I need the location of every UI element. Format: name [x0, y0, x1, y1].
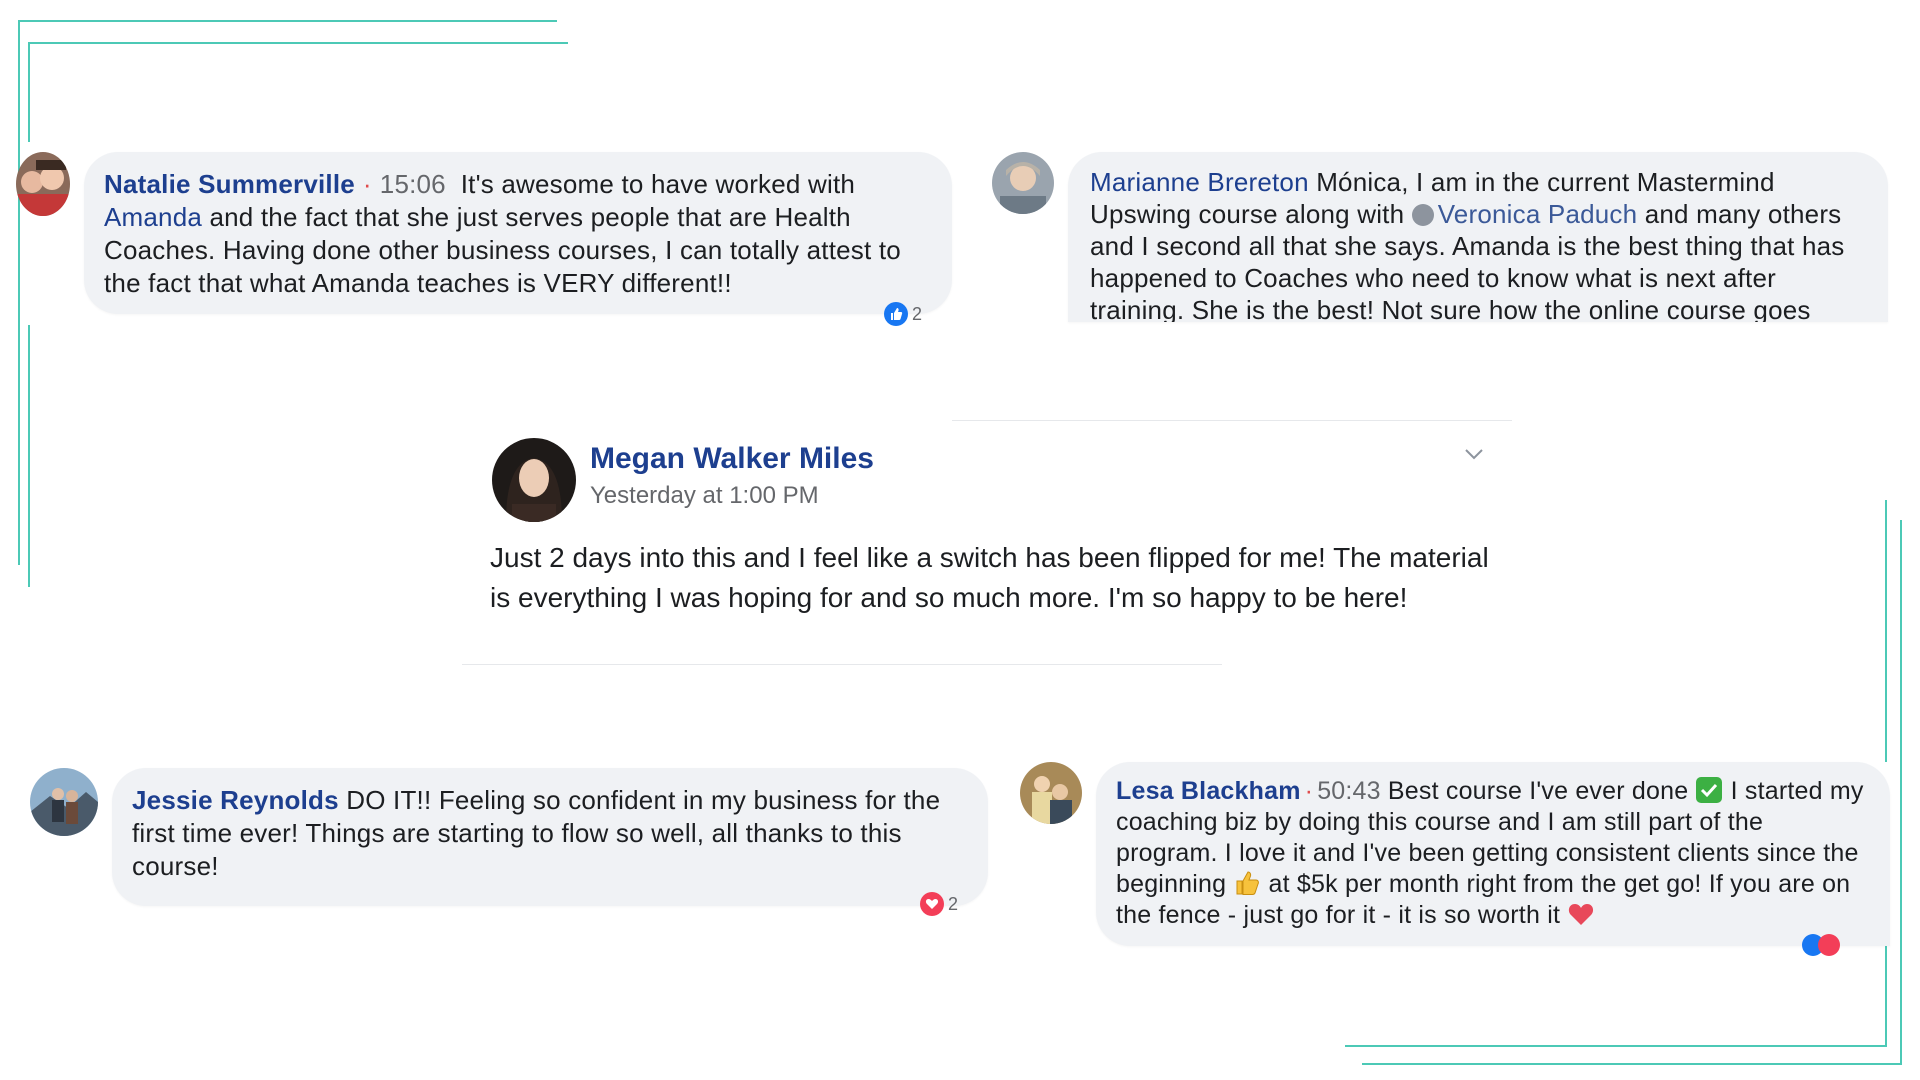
- thumbs-up-icon: [1233, 869, 1261, 897]
- frame-line-bottom-inner: [1345, 1045, 1887, 1047]
- frame-line-bottom-outer: [1362, 1063, 1902, 1065]
- comment-bubble: Lesa Blackham · 50:43 Best course I've eve…: [1096, 762, 1890, 946]
- avatar[interactable]: [30, 768, 98, 836]
- heart-icon: [1818, 934, 1840, 956]
- commenter-name[interactable]: Marianne Brereton: [1090, 167, 1309, 197]
- comment-bubble: Jessie Reynolds DO IT!! Feeling so confi…: [112, 768, 988, 906]
- avatar[interactable]: [992, 152, 1054, 214]
- commenter-name[interactable]: Lesa Blackham: [1116, 777, 1301, 805]
- comment-text-part: It's awesome to have worked with: [460, 169, 856, 199]
- reaction-summary[interactable]: 2: [920, 892, 958, 916]
- check-mark-icon: [1695, 776, 1723, 804]
- comment-text-part: Best course I've ever done: [1387, 777, 1689, 805]
- post-card: Megan Walker Miles Yesterday at 1:00 PM …: [462, 420, 1512, 666]
- chevron-down-icon[interactable]: [1462, 442, 1486, 466]
- mention-link[interactable]: Veronica Paduch: [1438, 199, 1638, 229]
- post-author[interactable]: Megan Walker Miles: [590, 442, 874, 476]
- reaction-summary[interactable]: 2: [884, 302, 922, 326]
- frame-line-left-inner-2: [28, 325, 30, 587]
- comment-time[interactable]: 15:06: [380, 169, 446, 199]
- frame-line-top-inner: [30, 42, 568, 44]
- post-timestamp[interactable]: Yesterday at 1:00 PM: [590, 482, 819, 510]
- frame-line-right-inner: [1885, 500, 1887, 762]
- reaction-count: 2: [948, 893, 959, 914]
- post-text: Just 2 days into this and I feel like a …: [490, 542, 1489, 613]
- commenter-name[interactable]: Natalie Summerville: [104, 169, 355, 199]
- separator-dot: ·: [1304, 777, 1314, 805]
- like-icon: [884, 302, 908, 326]
- frame-line-top-outer: [20, 20, 557, 22]
- post-bottom-divider: [462, 664, 1222, 665]
- comment-bubble: Natalie Summerville · 15:06 It's awesome t…: [84, 152, 952, 314]
- heart-icon: [1567, 900, 1595, 928]
- comment-time[interactable]: 50:43: [1317, 777, 1381, 805]
- mention-icon: [1411, 204, 1434, 226]
- comment-bubble: Marianne Brereton Mónica, I am in the cu…: [1068, 152, 1888, 322]
- mention-link[interactable]: Amanda: [104, 202, 202, 232]
- heart-icon: [920, 892, 944, 916]
- post-top-divider: [952, 420, 1512, 421]
- frame-line-right-outer: [1900, 520, 1902, 1065]
- reaction-summary[interactable]: [1802, 934, 1840, 956]
- reaction-count: 2: [912, 303, 923, 324]
- frame-line-left-outer: [18, 20, 20, 565]
- avatar[interactable]: [492, 438, 576, 522]
- commenter-name[interactable]: Jessie Reynolds: [132, 785, 339, 815]
- avatar[interactable]: [16, 152, 70, 216]
- avatar[interactable]: [1020, 762, 1082, 824]
- comment-text-part: and the fact that she just serves people…: [104, 202, 901, 298]
- frame-line-right-inner-2: [1885, 945, 1887, 1045]
- frame-line-left-inner: [28, 42, 30, 142]
- separator-dot: ·: [362, 169, 372, 199]
